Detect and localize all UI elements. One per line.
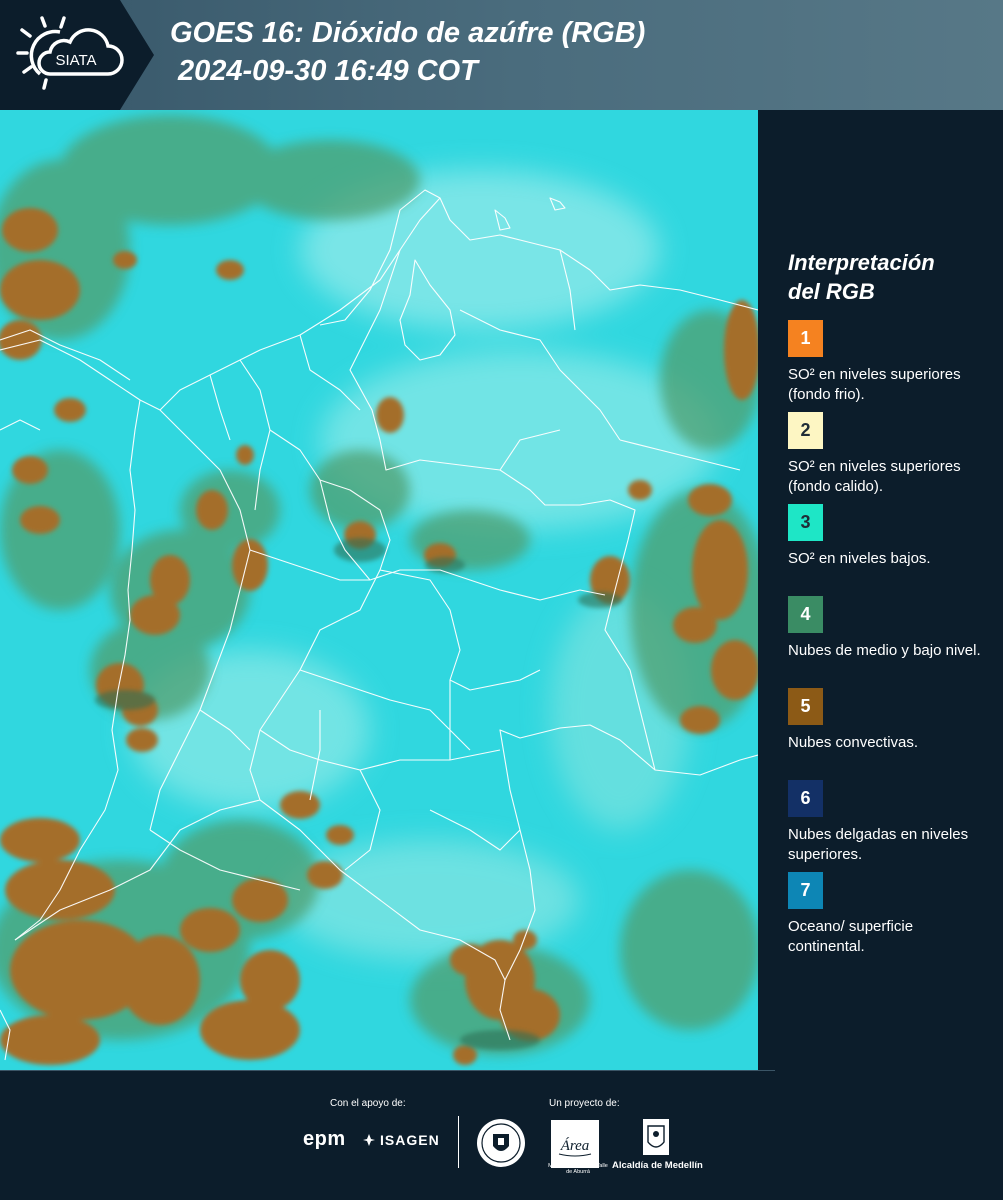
- legend-title-line1: Interpretación: [788, 250, 935, 275]
- legend-description: Oceano/ superficie continental.: [788, 918, 914, 955]
- project-label: Un proyecto de:: [549, 1098, 620, 1109]
- legend-description: SO² en niveles bajos.: [788, 550, 931, 567]
- footer-vertical-divider: [458, 1116, 459, 1168]
- legend-swatch: 1: [788, 320, 823, 357]
- legend-title: Interpretación del RGB: [788, 248, 988, 306]
- alcaldia-label: Alcaldía de Medellín: [612, 1160, 703, 1171]
- legend-item: 1 SO² en niveles superiores (fondo frio).: [788, 320, 988, 412]
- siata-logo: SIATA: [12, 10, 132, 98]
- legend-item: 4 Nubes de medio y bajo nivel.: [788, 596, 988, 688]
- legend-description: SO² en niveles superiores (fondo calido)…: [788, 458, 961, 495]
- area-metropolitana-subtext: METROPOLITANA Valle de Aburrá: [548, 1163, 608, 1175]
- legend-swatch: 2: [788, 412, 823, 449]
- satellite-map: [0, 110, 758, 1070]
- alcaldia-shield-icon: [642, 1118, 670, 1156]
- legend-swatch: 3: [788, 504, 823, 541]
- isagen-mark-icon: [362, 1133, 376, 1147]
- legend-swatch: 4: [788, 596, 823, 633]
- header-bar: SIATA GOES 16: Dióxido de azúfre (RGB) 2…: [0, 0, 1003, 110]
- area-metropolitana-logo: Área: [551, 1120, 599, 1168]
- footer-divider-line: [0, 1070, 775, 1071]
- footer: Con el apoyo de: Un proyecto de: epm ISA…: [0, 1070, 1003, 1200]
- title-block: GOES 16: Dióxido de azúfre (RGB) 2024-09…: [170, 14, 645, 90]
- legend-item: 3 SO² en niveles bajos.: [788, 504, 988, 596]
- legend-items: 1 SO² en niveles superiores (fondo frio).…: [788, 320, 988, 964]
- legend-swatch: 6: [788, 780, 823, 817]
- isagen-logo: ISAGEN: [362, 1132, 440, 1148]
- legend-title-line2: del RGB: [788, 279, 875, 304]
- legend-swatch: 7: [788, 872, 823, 909]
- timestamp: 2024-09-30 16:49 COT: [178, 55, 478, 87]
- legend-description: Nubes delgadas en niveles superiores.: [788, 826, 969, 863]
- legend-item: 6 Nubes delgadas en niveles superiores.: [788, 780, 988, 872]
- legend-item: 7 Oceano/ superficie continental.: [788, 872, 988, 964]
- isagen-text: ISAGEN: [380, 1132, 440, 1148]
- area-logo-text: Área: [560, 1137, 590, 1154]
- legend: Interpretación del RGB 1 SO² en niveles s…: [788, 248, 988, 964]
- university-seal-icon: [476, 1118, 526, 1168]
- epm-logo: epm: [303, 1128, 346, 1150]
- legend-description: SO² en niveles superiores (fondo frio).: [788, 366, 961, 403]
- legend-item: 5 Nubes convectivas.: [788, 688, 988, 780]
- logo-text: SIATA: [55, 52, 96, 69]
- legend-swatch: 5: [788, 688, 823, 725]
- legend-description: Nubes de medio y bajo nivel.: [788, 642, 981, 659]
- support-label: Con el apoyo de:: [330, 1098, 406, 1109]
- page-title: GOES 16: Dióxido de azúfre (RGB): [170, 17, 646, 49]
- legend-description: Nubes convectivas.: [788, 734, 919, 751]
- legend-item: 2 SO² en niveles superiores (fondo calido…: [788, 412, 988, 504]
